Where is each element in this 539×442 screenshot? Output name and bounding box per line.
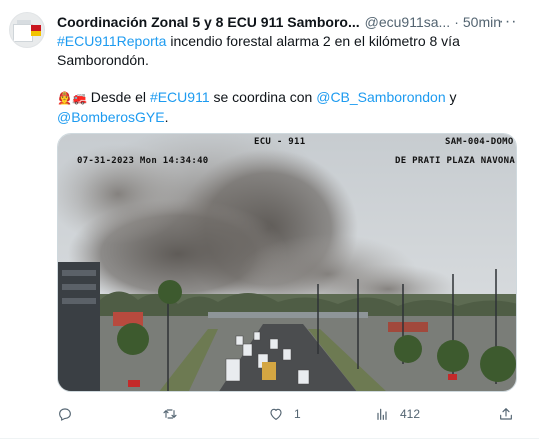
tweet-header: Coordinación Zonal 5 y 8 ECU 911 Samboro… (57, 12, 501, 32)
reply-icon (59, 408, 71, 421)
building-window (62, 298, 96, 304)
tweet-text-line-3: 👨‍🚒🚒 Desde el #ECU911 se coordina con @C… (57, 88, 497, 108)
tweet-text: #ECU911Reporta incendio forestal alarma … (57, 32, 497, 127)
retweet-button[interactable] (162, 404, 188, 424)
media-image[interactable]: ECU - 911 SAM-004-DOMO 07-31-2023 Mon 14… (57, 133, 517, 392)
overpass (208, 312, 368, 318)
views-button[interactable]: 412 (374, 404, 420, 424)
author-name[interactable]: Coordinación Zonal 5 y 8 ECU 911 Samboro… (57, 14, 360, 30)
camera-scene (58, 134, 516, 391)
building-window (62, 284, 96, 290)
tweet-text-span: . (164, 109, 169, 125)
firefighter-emoji: 👨‍🚒🚒 (57, 91, 87, 105)
tweet-text-line-4: @BomberosGYE. (57, 108, 497, 127)
tweet-text-span: se coordina con (209, 89, 317, 105)
camera-overlay-location: DE PRATI PLAZA NAVONA (395, 156, 516, 166)
mention-bomberosgye[interactable]: @BomberosGYE (57, 109, 165, 125)
views-count: 412 (400, 407, 421, 421)
share-button[interactable] (498, 404, 514, 424)
avatar[interactable] (9, 12, 45, 48)
camera-overlay-center: ECU - 911 (254, 137, 306, 147)
like-count: 1 (294, 407, 301, 421)
avatar-flag-yellow (31, 31, 41, 36)
tweet-text-line-2: Samborondón. (57, 52, 149, 68)
tweet-text-span: incendio forestal alarma 2 en el kilómet… (166, 33, 460, 49)
red-roof-right (388, 322, 428, 332)
tweet-text-span: Desde el (86, 89, 150, 105)
building-left (58, 262, 100, 391)
tweet-divider (0, 438, 539, 439)
camera-overlay-datetime: 07-31-2023 Mon 14:34:40 (77, 156, 209, 166)
camera-overlay-id: SAM-004-DOMO (445, 137, 514, 147)
avatar-building (13, 24, 33, 42)
building-window (62, 270, 96, 276)
action-bar: 1 412 (57, 404, 517, 424)
more-options-icon[interactable]: ··· (496, 12, 520, 32)
tweet-text-line-1: #ECU911Reporta incendio forestal alarma … (57, 32, 497, 51)
hashtag-ecu911reporta[interactable]: #ECU911Reporta (57, 33, 166, 49)
share-icon (500, 408, 512, 420)
analytics-icon (377, 408, 387, 420)
tweet[interactable]: Coordinación Zonal 5 y 8 ECU 911 Samboro… (0, 0, 539, 442)
retweet-icon (163, 409, 177, 419)
heart-icon (270, 408, 282, 420)
tweet-text-span: y (445, 89, 457, 105)
author-handle[interactable]: @ecu911sa... (365, 14, 451, 30)
reply-button[interactable] (57, 404, 83, 424)
separator-dot: · (454, 14, 459, 30)
like-button[interactable]: 1 (268, 404, 301, 424)
truck (262, 362, 276, 380)
mention-cb-samborondon[interactable]: @CB_Samborondon (316, 89, 445, 105)
hashtag-ecu911[interactable]: #ECU911 (150, 89, 210, 105)
